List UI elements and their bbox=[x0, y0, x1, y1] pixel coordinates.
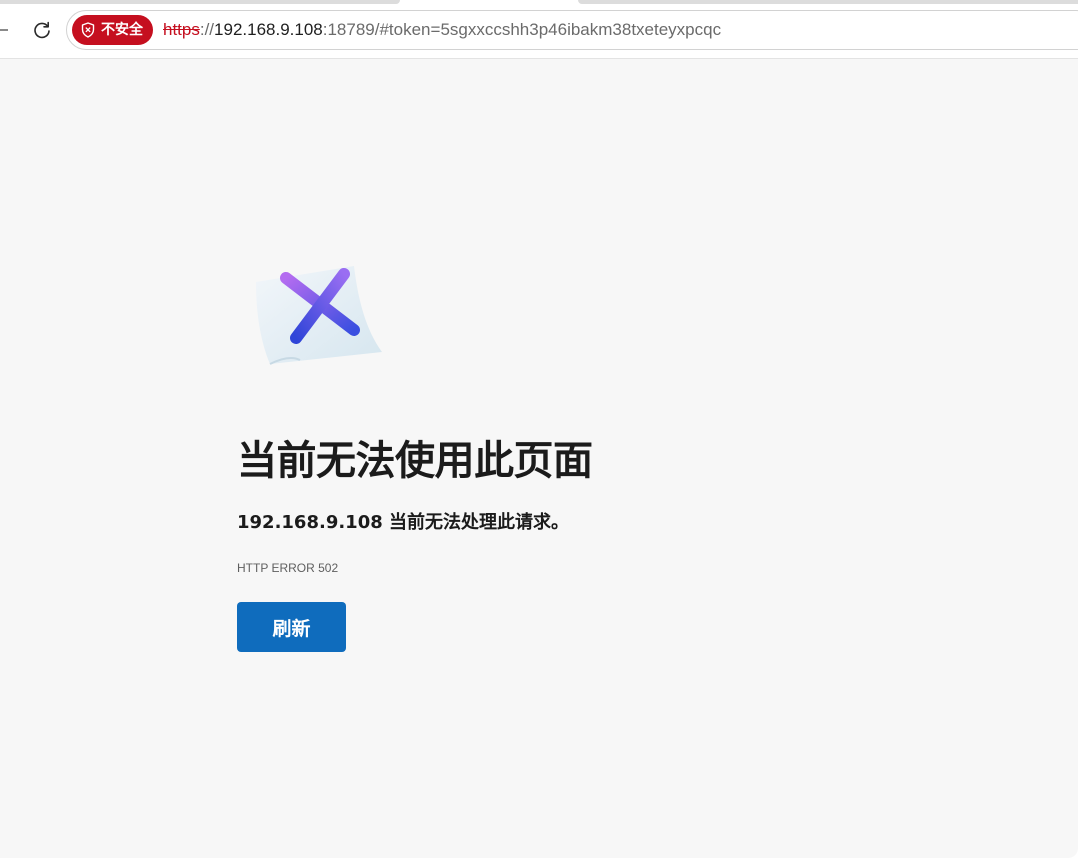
back-button-edge[interactable] bbox=[0, 29, 8, 31]
url-host: 192.168.9.108 bbox=[214, 20, 323, 39]
url-scheme: https bbox=[163, 20, 200, 39]
security-badge-label: 不安全 bbox=[101, 22, 143, 38]
url-separator: :// bbox=[199, 20, 215, 39]
error-description: 192.168.9.108 当前无法处理此请求。 bbox=[237, 512, 570, 533]
security-badge[interactable]: 不安全 bbox=[72, 15, 153, 45]
url-rest: :18789/#token=5sgxxccshh3p46ibakm38txete… bbox=[322, 20, 722, 39]
browser-window: 不安全 https://192.168.9.108:18789/#token=5… bbox=[0, 0, 1078, 858]
reload-button[interactable] bbox=[26, 14, 58, 46]
page-error-x-icon bbox=[256, 266, 382, 365]
address-bar[interactable]: 不安全 https://192.168.9.108:18789/#token=5… bbox=[66, 10, 1078, 50]
url-text[interactable]: https://192.168.9.108:18789/#token=5sgxx… bbox=[163, 11, 721, 49]
tab-strip-edge-right bbox=[578, 0, 1078, 4]
reload-icon bbox=[34, 21, 50, 39]
shield-alert-icon bbox=[81, 22, 95, 38]
error-title: 当前无法使用此页面 bbox=[237, 438, 593, 484]
browser-toolbar: 不安全 https://192.168.9.108:18789/#token=5… bbox=[0, 0, 1078, 59]
refresh-button[interactable]: 刷新 bbox=[237, 602, 346, 652]
error-code: HTTP ERROR 502 bbox=[237, 561, 339, 575]
tab-strip-edge-left bbox=[0, 0, 400, 4]
